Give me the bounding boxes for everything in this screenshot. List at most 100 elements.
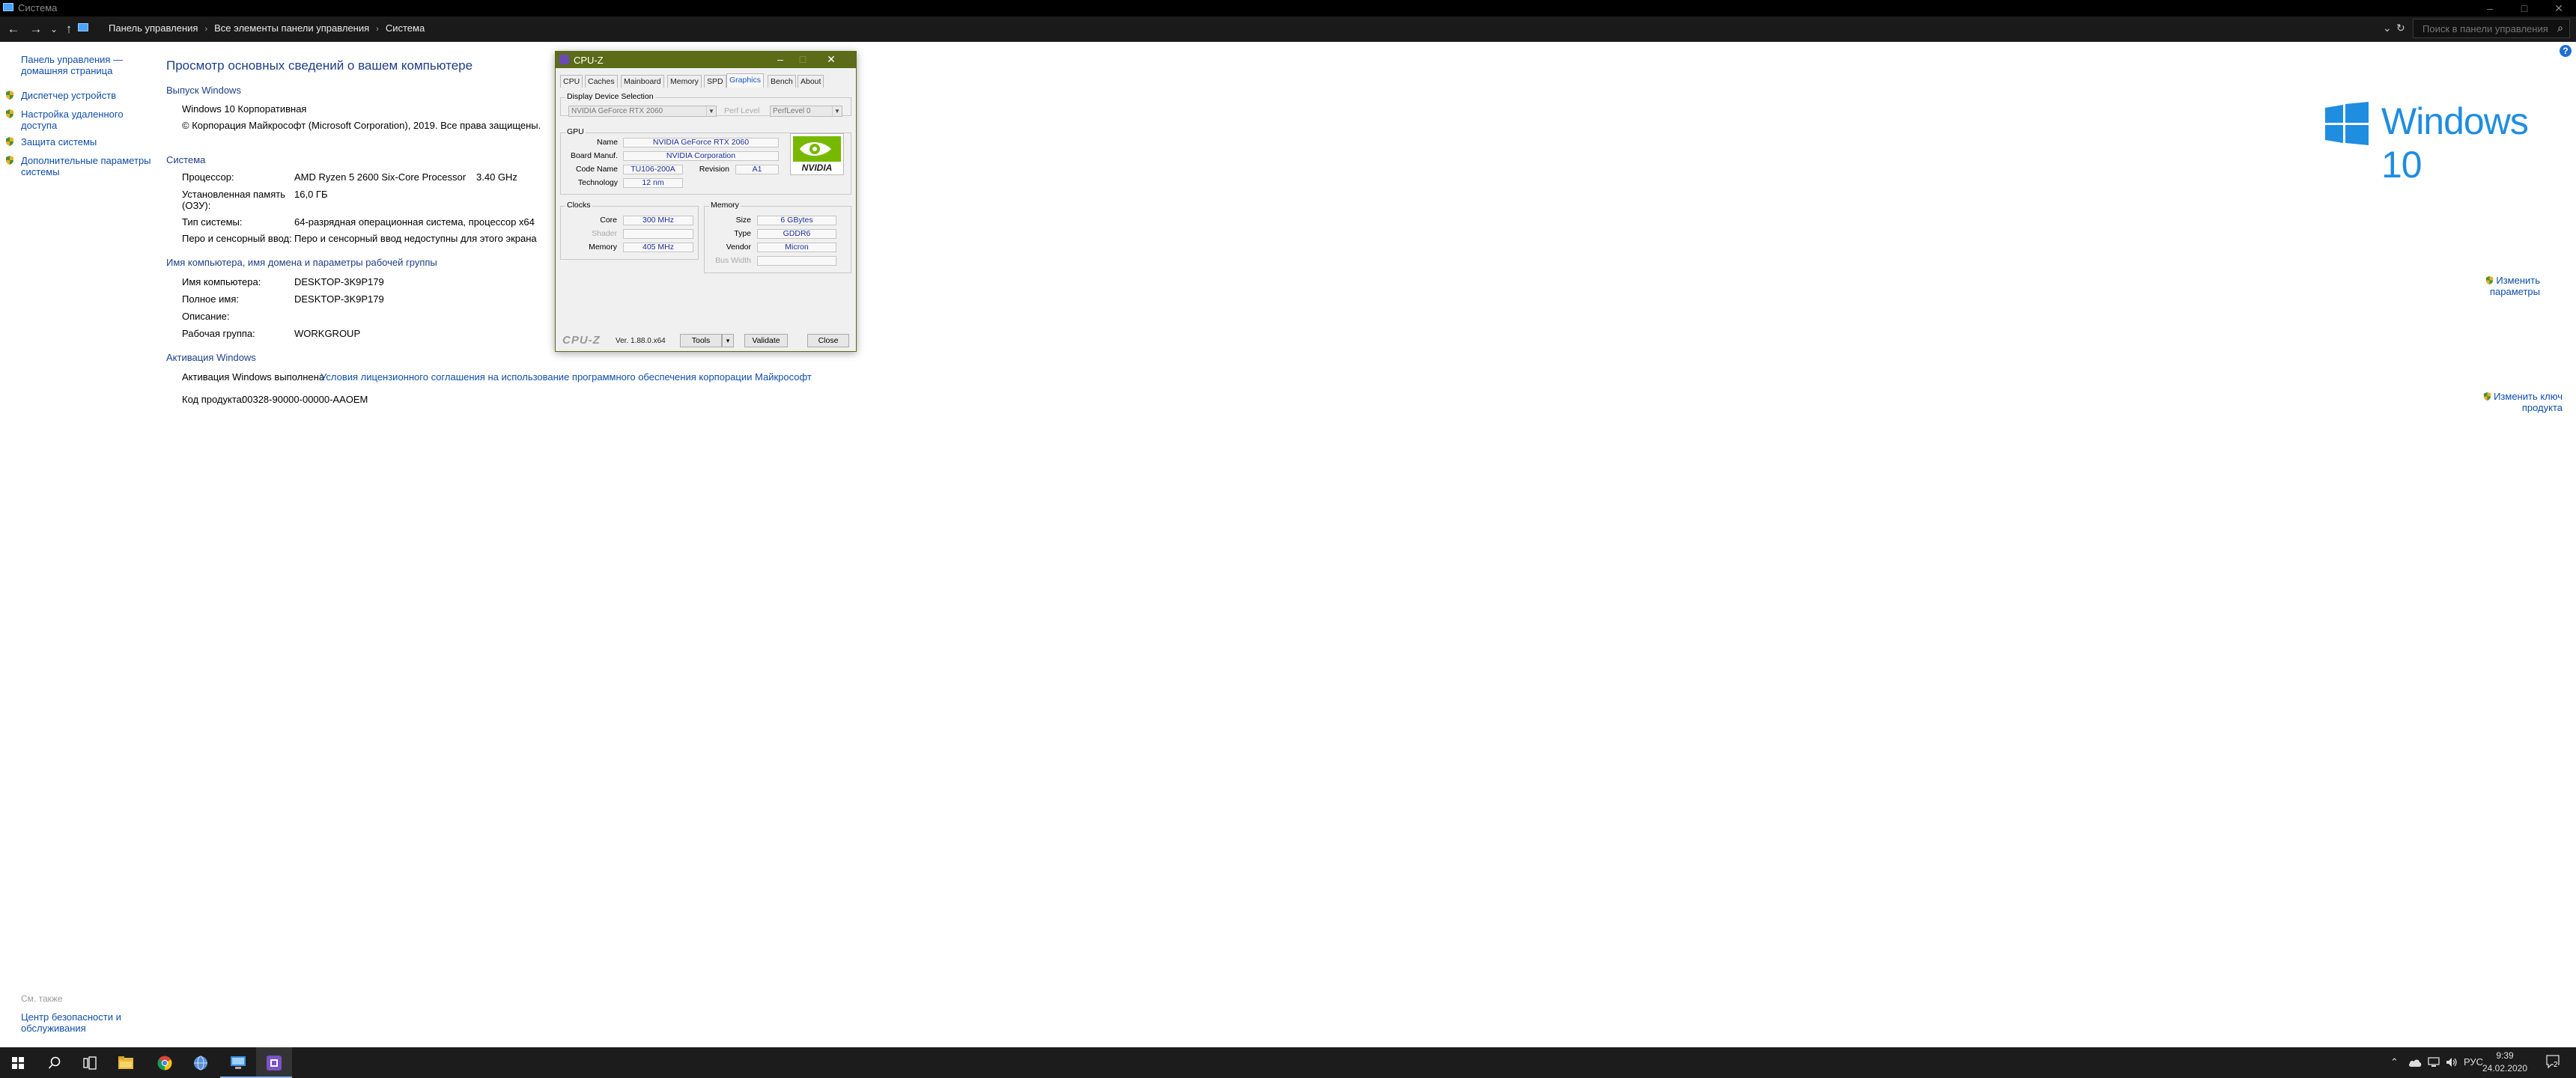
copyright-text: © Корпорация Майкрософт (Microsoft Corpo… xyxy=(182,120,541,131)
display-device-selection-title: Display Device Selection xyxy=(565,92,655,101)
taskbar-file-explorer[interactable] xyxy=(108,1047,144,1078)
breadcrumb-system[interactable]: Система xyxy=(386,22,425,34)
onedrive-cloud-icon[interactable] xyxy=(2408,1058,2422,1067)
tab-caches[interactable]: Caches xyxy=(585,75,618,88)
tab-graphics[interactable]: Graphics xyxy=(726,73,765,88)
tools-dropdown-button[interactable]: ▾ xyxy=(722,334,734,347)
full-name-label: Полное имя: xyxy=(182,293,239,305)
tab-bench[interactable]: Bench xyxy=(768,75,796,88)
system-protection-link[interactable]: Защита системы xyxy=(21,136,148,147)
up-button[interactable]: ↑ xyxy=(60,21,78,37)
tab-about[interactable]: About xyxy=(798,75,824,88)
breadcrumb-all-items[interactable]: Все элементы панели управления xyxy=(214,22,369,34)
perf-level-select[interactable]: PerfLevel 0 ▼ xyxy=(770,106,842,117)
search-icon[interactable]: ⌕ xyxy=(2557,22,2563,34)
memory-type-value: GDDR6 xyxy=(757,229,836,239)
control-panel-icon xyxy=(231,1056,246,1069)
gpu-group-title: GPU xyxy=(565,127,586,136)
license-terms-link[interactable]: Условия лицензионного соглашения на испо… xyxy=(321,371,812,383)
processor-speed: 3.40 GHz xyxy=(476,171,517,183)
tab-spd[interactable]: SPD xyxy=(704,75,726,88)
change-product-key-link[interactable]: Изменить ключ продукта xyxy=(2443,391,2563,413)
cpuz-close-button[interactable]: ✕ xyxy=(820,52,842,68)
shader-clock-value xyxy=(623,229,693,239)
network-icon[interactable] xyxy=(2428,1057,2440,1068)
change-settings-link[interactable]: Изменить параметры xyxy=(2479,275,2540,297)
change-product-key-label[interactable]: Изменить ключ продукта xyxy=(2494,391,2563,413)
memory-group-title: Memory xyxy=(709,201,741,210)
taskbar-clock[interactable]: 9:39 24.02.2020 xyxy=(2479,1050,2531,1075)
cpuz-close-footer-button[interactable]: Close xyxy=(807,334,849,347)
shield-icon xyxy=(6,109,13,118)
taskbar-chrome[interactable] xyxy=(147,1047,183,1078)
minimize-button[interactable]: – xyxy=(2473,0,2507,16)
code-name-label: Code Name xyxy=(575,165,618,174)
taskbar-network-app[interactable] xyxy=(183,1047,219,1078)
memory-vendor-value: Micron xyxy=(757,243,836,252)
back-button[interactable]: ← xyxy=(4,21,22,37)
control-panel-home-link[interactable]: Панель управления — домашняя страница xyxy=(21,54,133,76)
windows-start-icon xyxy=(12,1057,24,1069)
forward-button[interactable]: → xyxy=(27,21,45,37)
change-settings-label[interactable]: Изменить параметры xyxy=(2490,275,2540,297)
volume-icon[interactable] xyxy=(2446,1057,2458,1068)
remote-settings-link[interactable]: Настройка удаленного доступа xyxy=(21,109,126,131)
window-title: Система xyxy=(18,2,58,13)
task-view-button[interactable] xyxy=(72,1047,108,1078)
device-manager-link[interactable]: Диспетчер устройств xyxy=(21,90,148,101)
system-app-icon xyxy=(3,3,13,11)
page-title: Просмотр основных сведений о вашем компь… xyxy=(166,58,473,73)
memory-clock-label: Memory xyxy=(589,243,617,252)
security-maintenance-link[interactable]: Центр безопасности и обслуживания xyxy=(21,1011,133,1034)
cpuz-version: Ver. 1.88.0.x64 xyxy=(616,337,666,345)
search-input[interactable] xyxy=(2421,22,2551,35)
cpuz-window: CPU-Z – □ ✕ CPU Caches Mainboard Memory … xyxy=(555,51,857,352)
taskbar-search-button[interactable] xyxy=(36,1047,72,1078)
cpuz-title-bar[interactable]: CPU-Z – □ ✕ xyxy=(556,52,856,68)
see-also-heading: См. также xyxy=(21,993,63,1004)
revision-label: Revision xyxy=(699,165,729,174)
breadcrumb: Панель управления › Все элементы панели уп… xyxy=(109,22,425,34)
section-heading-edition: Выпуск Windows xyxy=(166,85,241,96)
nvidia-logo-text: NVIDIA xyxy=(801,162,833,173)
breadcrumb-separator-icon[interactable]: › xyxy=(204,25,207,34)
taskbar: ⌃ РУС 9:39 24.02.2020 2 xyxy=(0,1047,2576,1078)
action-center-button[interactable]: 2 xyxy=(2546,1055,2561,1070)
taskbar-cpuz[interactable] xyxy=(256,1047,292,1078)
tab-cpu[interactable]: CPU xyxy=(560,75,583,88)
memory-size-label: Size xyxy=(735,216,751,225)
advanced-system-settings-link[interactable]: Дополнительные параметры системы xyxy=(21,155,152,177)
breadcrumb-control-panel[interactable]: Панель управления xyxy=(109,22,198,34)
ram-label: Установленная память (ОЗУ): xyxy=(182,189,285,211)
window-title-bar[interactable]: Система – □ ✕ xyxy=(0,0,2576,16)
perf-level-value: PerfLevel 0 xyxy=(773,107,811,115)
start-button[interactable] xyxy=(0,1047,36,1078)
search-box[interactable]: ⌕ xyxy=(2413,19,2570,38)
bus-width-label: Bus Width xyxy=(715,256,751,265)
address-dropdown-button[interactable]: ⌄ xyxy=(2383,22,2392,34)
help-icon[interactable]: ? xyxy=(2560,45,2572,57)
shield-icon xyxy=(2483,392,2491,401)
section-heading-computer: Имя компьютера, имя домена и параметры р… xyxy=(166,257,437,268)
cpuz-maximize-button[interactable]: □ xyxy=(792,52,814,68)
device-select-value: NVIDIA GeForce RTX 2060 xyxy=(571,107,663,115)
close-button[interactable]: ✕ xyxy=(2542,0,2576,16)
maximize-button[interactable]: □ xyxy=(2507,0,2542,16)
device-select[interactable]: NVIDIA GeForce RTX 2060 ▼ xyxy=(568,106,717,117)
tab-mainboard[interactable]: Mainboard xyxy=(621,75,664,88)
windows-10-logo-text: Windows 10 xyxy=(2381,100,2529,186)
chevron-down-icon: ▼ xyxy=(832,106,842,116)
cpuz-title: CPU-Z xyxy=(574,55,604,66)
validate-button[interactable]: Validate xyxy=(744,334,788,347)
cpuz-minimize-button[interactable]: – xyxy=(769,52,792,68)
refresh-button[interactable]: ↻ xyxy=(2396,22,2405,34)
tab-memory[interactable]: Memory xyxy=(667,75,702,88)
shield-icon xyxy=(6,91,13,100)
computer-name-label: Имя компьютера: xyxy=(182,276,261,287)
breadcrumb-separator-icon[interactable]: › xyxy=(376,25,379,34)
taskbar-control-panel[interactable] xyxy=(220,1047,256,1078)
tools-button[interactable]: Tools xyxy=(680,334,722,347)
board-manuf-value: NVIDIA Corporation xyxy=(623,151,779,161)
search-icon xyxy=(48,1056,61,1069)
tray-overflow-chevron-icon[interactable]: ⌃ xyxy=(2390,1056,2399,1068)
